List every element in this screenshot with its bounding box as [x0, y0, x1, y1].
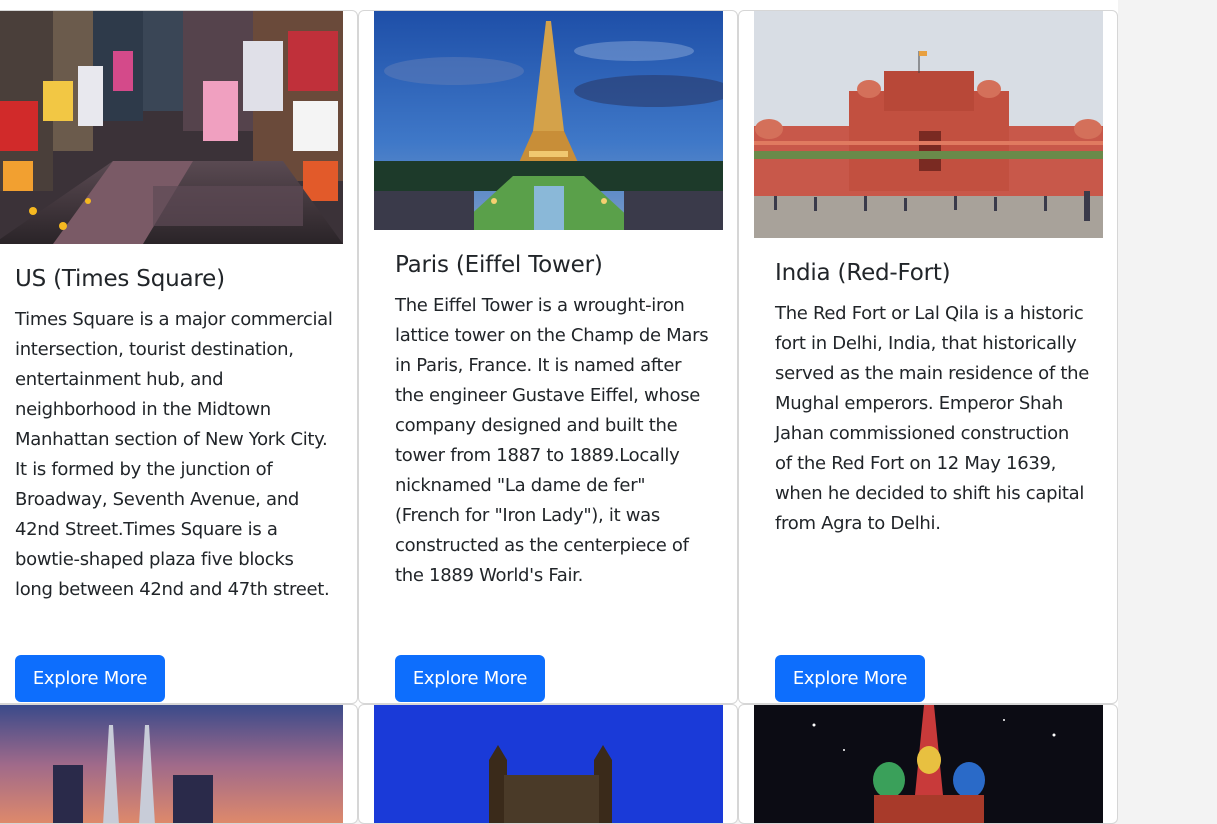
eiffel-tower-image [374, 11, 723, 230]
card-description: The Eiffel Tower is a wrought-iron latti… [395, 295, 709, 586]
card-times-square: US (Times Square) Times Square is a majo… [0, 10, 358, 704]
card-description: Times Square is a major commercial inter… [15, 309, 333, 600]
card-title: Paris (Eiffel Tower) [395, 252, 603, 278]
card-petronas-towers [0, 704, 358, 824]
petronas-towers-image [0, 705, 343, 823]
times-square-image [0, 11, 343, 244]
card-eiffel-tower: Paris (Eiffel Tower) The Eiffel Tower is… [358, 10, 738, 704]
red-fort-image [754, 11, 1103, 238]
explore-more-button[interactable]: Explore More [775, 655, 925, 702]
card-red-fort: India (Red-Fort) The Red Fort or Lal Qil… [738, 10, 1118, 704]
card-description: The Red Fort or Lal Qila is a historic f… [775, 303, 1089, 534]
explore-more-button[interactable]: Explore More [15, 655, 165, 702]
card-title: India (Red-Fort) [775, 260, 951, 286]
card-st-basils [738, 704, 1118, 824]
castle-image [374, 705, 723, 823]
explore-more-button[interactable]: Explore More [395, 655, 545, 702]
card-castle [358, 704, 738, 824]
card-title: US (Times Square) [15, 266, 225, 292]
st-basils-cathedral-image [754, 705, 1103, 823]
